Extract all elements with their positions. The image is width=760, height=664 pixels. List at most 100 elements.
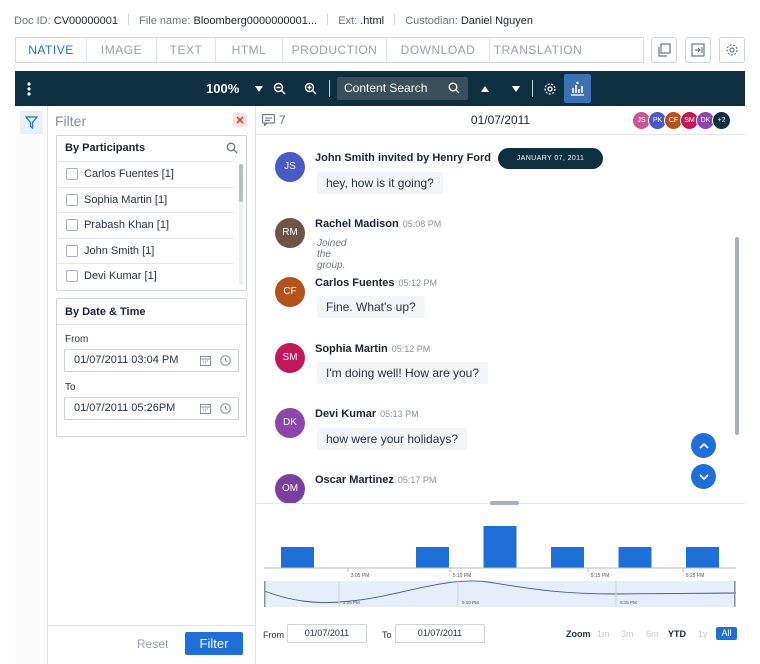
tab-html[interactable]: HTML — [216, 38, 283, 62]
copy-icon — [658, 43, 671, 57]
zoom-label: Zoom — [566, 629, 591, 639]
zoom-1y-button[interactable]: 1y — [698, 629, 708, 639]
zoom-all-button[interactable]: All — [716, 627, 737, 640]
settings-button[interactable] — [719, 37, 745, 63]
participant-label: Carlos Fuentes [1] — [84, 168, 174, 181]
apply-filter-button[interactable]: Filter — [185, 632, 243, 655]
chart-bar — [281, 547, 314, 568]
participant-checkbox[interactable] — [66, 244, 78, 257]
caret-down-icon — [512, 85, 520, 92]
search-prev-button[interactable] — [481, 71, 489, 106]
tab-text[interactable]: TEXT — [157, 38, 216, 62]
scrollbar-thumb[interactable] — [239, 164, 243, 202]
tab-download[interactable]: DOWNLOAD — [387, 38, 490, 62]
zoom-in-button[interactable] — [304, 71, 317, 106]
reset-button[interactable]: Reset — [137, 637, 168, 651]
search-placeholder: Content Search — [344, 81, 428, 95]
scroll-up-button[interactable] — [691, 433, 716, 458]
clock-icon[interactable] — [220, 403, 231, 414]
tab-native[interactable]: NATIVE — [16, 38, 87, 62]
toolbar-divider — [532, 80, 533, 97]
zoom-dropdown-button[interactable] — [255, 71, 263, 106]
search-next-button[interactable] — [512, 71, 520, 106]
file-name-value: Bloomberg0000000001... — [193, 15, 318, 27]
chart-tick-label: 5:15 PM — [591, 573, 610, 579]
open-external-button[interactable] — [685, 37, 711, 63]
zoom-6m-button[interactable]: 6m — [646, 629, 659, 639]
message-bubble: Fine. What's up? — [317, 296, 425, 318]
close-icon — [236, 116, 244, 124]
participants-scrollbar[interactable] — [239, 164, 243, 285]
clock-icon[interactable] — [220, 355, 231, 366]
tab-image[interactable]: IMAGE — [87, 38, 157, 62]
participant-item[interactable]: Prabash Khan [1] — [58, 212, 234, 238]
calendar-icon[interactable] — [200, 403, 211, 414]
date-time-filter: By Date & Time From 01/07/2011 03:04 PM … — [56, 298, 247, 437]
zoom-ytd-button[interactable]: YTD — [668, 629, 686, 639]
filter-toggle-button[interactable] — [20, 111, 43, 134]
timeline-toggle-button[interactable] — [564, 74, 591, 103]
zoom-in-icon — [304, 82, 317, 95]
participant-item[interactable]: John Smith [1] — [58, 237, 234, 264]
participant-checkbox[interactable] — [66, 270, 78, 283]
tab-translation[interactable]: TRANSLATION — [490, 38, 586, 62]
filter-title: Filter — [55, 113, 87, 129]
doc-id-label: Doc ID: — [14, 15, 51, 27]
chart-tick-label: 5:10 PM — [453, 573, 472, 579]
caret-down-icon — [255, 85, 263, 92]
filter-close-button[interactable] — [233, 113, 247, 127]
view-settings-button[interactable] — [543, 71, 557, 106]
participant-checkbox[interactable] — [66, 193, 78, 206]
to-label: To — [65, 382, 76, 393]
participant-item[interactable]: Carlos Fuentes [1] — [58, 161, 234, 187]
chart-bar — [483, 526, 517, 568]
timeline-chart: 3:05 PM 5:10 PM 5:15 PM 5:25 PM 3:05 PM 5:10 … — [263, 526, 737, 607]
range-to-label: To — [382, 630, 392, 640]
participant-label: Devi Kumar [1] — [84, 270, 157, 283]
message-list: JANUARY 07, 2011 JS John Smith invited b… — [256, 136, 745, 504]
zoom-out-icon — [273, 82, 286, 95]
participant-item[interactable]: Sophia Martin [1] — [58, 186, 234, 213]
kebab-icon — [27, 81, 31, 96]
more-menu-button[interactable] — [27, 71, 31, 106]
chevron-up-icon — [698, 442, 709, 449]
zoom-out-button[interactable] — [273, 71, 286, 106]
chart-bar — [416, 547, 449, 568]
search-icon[interactable] — [226, 142, 238, 154]
zoom-1m-button[interactable]: 1m — [597, 629, 610, 639]
chart-tick-label: 3:05 PM — [351, 573, 370, 579]
message-bubble: I'm doing well! How are you? — [317, 362, 489, 384]
participant-item[interactable]: Devi Kumar [1] — [58, 263, 234, 289]
sender-name: Oscar Martinez 05:17 PM — [315, 474, 437, 486]
participants-filter: By Participants Carlos Fuentes [1] Sophi… — [56, 135, 247, 291]
avatar: JS — [275, 152, 305, 182]
doc-meta-bar: Doc ID: CV00000001 File name: Bloomberg0… — [14, 14, 754, 30]
navigator-tick-label: 3:05 PM — [343, 600, 360, 605]
filter-panel: Filter By Participants Carlos Fuentes [1… — [48, 106, 256, 664]
content-search-input[interactable]: Content Search — [337, 77, 468, 100]
message-time: 05:12 PM — [398, 278, 437, 288]
range-selector: From 01/07/2011 To 01/07/2011 Zoom 1m 3m… — [256, 620, 745, 650]
calendar-icon[interactable] — [200, 355, 211, 366]
avatar: DK — [275, 408, 305, 438]
participant-checkbox[interactable] — [66, 219, 78, 232]
sender-name: Sophia Martin 05:12 PM — [315, 343, 431, 355]
to-datetime-input[interactable]: 01/07/2011 05:26PM — [64, 397, 239, 420]
toolbar-divider — [329, 80, 330, 97]
message-bubble: hey, how is it going? — [317, 172, 443, 194]
scroll-down-button[interactable] — [691, 464, 716, 489]
participant-label: Prabash Khan [1] — [84, 219, 170, 232]
scrollbar-thumb[interactable] — [735, 237, 739, 435]
avatar-overflow: +2 — [712, 111, 731, 130]
range-to-input[interactable]: 01/07/2011 — [395, 624, 485, 643]
date-time-title: By Date & Time — [57, 299, 246, 325]
message-time: 05:17 PM — [397, 475, 437, 485]
range-from-input[interactable]: 01/07/2011 — [287, 624, 367, 643]
copy-button[interactable] — [651, 37, 677, 63]
message-scrollbar[interactable] — [735, 136, 739, 488]
participant-checkbox[interactable] — [66, 168, 78, 181]
tab-production[interactable]: PRODUCTION — [283, 38, 387, 62]
navigator-handle-right — [734, 581, 736, 607]
from-datetime-input[interactable]: 01/07/2011 03:04 PM — [64, 349, 239, 372]
zoom-3m-button[interactable]: 3m — [621, 629, 634, 639]
